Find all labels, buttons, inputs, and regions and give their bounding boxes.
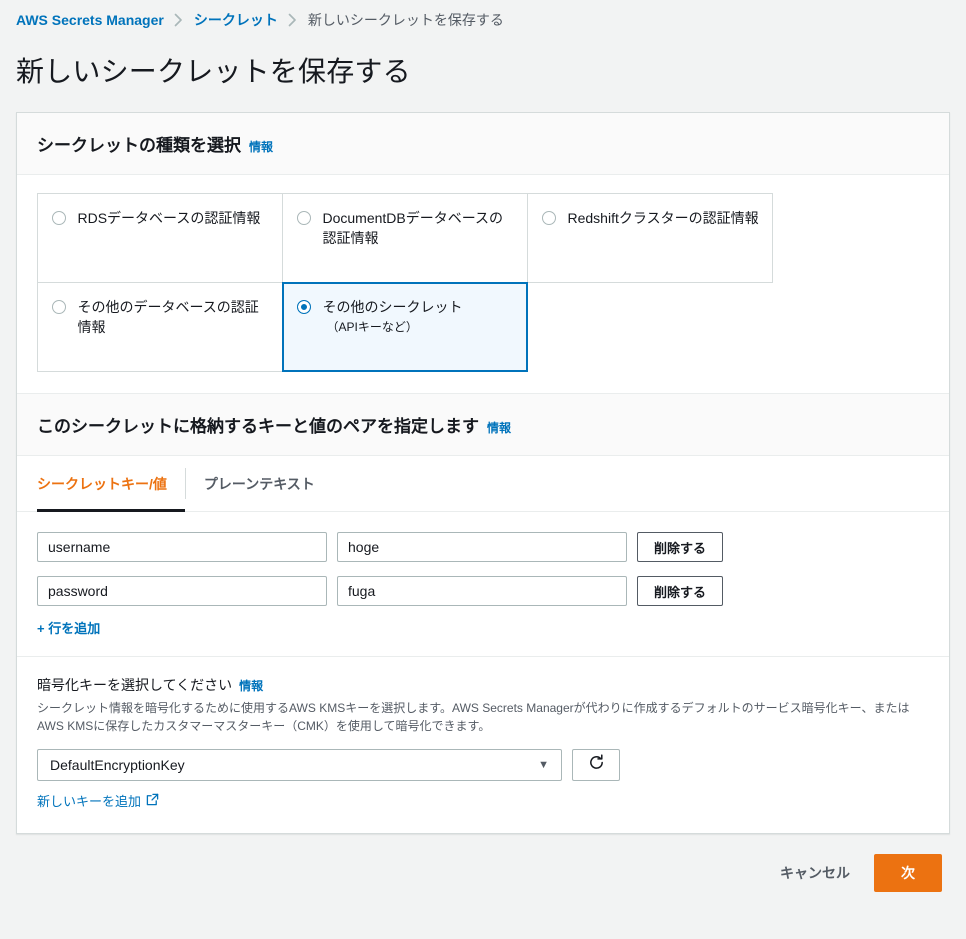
secret-form-card: シークレットの種類を選択 情報 RDSデータベースの認証情報 DocumentD… (16, 112, 950, 834)
tab-secret-key-value[interactable]: シークレットキー/値 (37, 456, 185, 512)
add-new-key-label: 新しいキーを追加 (37, 794, 142, 809)
secret-value-input[interactable] (337, 576, 627, 606)
info-link-kv-section[interactable]: 情報 (487, 419, 511, 436)
refresh-icon (588, 754, 605, 776)
breadcrumb-item-secrets[interactable]: シークレット (194, 10, 278, 30)
secret-type-option-other-secret[interactable]: その他のシークレット （APIキーなど） (281, 281, 528, 372)
encryption-key-description: シークレット情報を暗号化するために使用するAWS KMSキーを選択します。AWS… (37, 701, 910, 733)
cancel-button[interactable]: キャンセル (776, 857, 854, 889)
radio-icon-selected[interactable] (296, 299, 311, 314)
secret-type-option-label: RDSデータベースの認証情報 (77, 209, 261, 226)
delete-row-button[interactable]: 削除する (637, 576, 724, 606)
breadcrumb-item-aws-secrets-manager[interactable]: AWS Secrets Manager (16, 12, 164, 28)
add-new-key-link[interactable]: 新しいキーを追加 (37, 791, 159, 810)
kv-tabs: シークレットキー/値 プレーンテキスト (17, 456, 949, 512)
secret-type-option-label: その他のシークレット （APIキーなど） (323, 297, 463, 337)
kv-section-header: このシークレットに格納するキーと値のペアを指定します 情報 (17, 393, 949, 456)
tab-label: シークレットキー/値 (37, 475, 167, 492)
radio-icon[interactable] (541, 210, 556, 225)
chevron-right-icon (164, 13, 194, 27)
encryption-key-controls: DefaultEncryptionKey ▼ (37, 749, 929, 781)
encryption-key-label: 暗号化キーを選択してください (37, 677, 233, 693)
info-link-secret-type[interactable]: 情報 (249, 138, 273, 155)
external-link-icon (146, 793, 159, 809)
key-value-row: 削除する (37, 532, 929, 562)
encryption-key-select[interactable]: DefaultEncryptionKey ▼ (37, 749, 562, 781)
delete-row-button[interactable]: 削除する (637, 532, 724, 562)
next-button[interactable]: 次 (874, 854, 942, 892)
add-row-link[interactable]: + 行を追加 (37, 618, 100, 637)
secret-type-option-label: Redshiftクラスターの認証情報 (567, 209, 759, 226)
tab-label: プレーンテキスト (203, 475, 315, 492)
secret-type-option-sublabel: （APIキーなど） (326, 319, 418, 334)
secret-type-option-label: その他のデータベースの認証情報 (77, 298, 259, 335)
secret-type-option-rds[interactable]: RDSデータベースの認証情報 (36, 192, 283, 283)
secret-type-option-other-database[interactable]: その他のデータベースの認証情報 (36, 281, 283, 372)
secret-type-options: RDSデータベースの認証情報 DocumentDBデータベースの認証情報 Red… (17, 175, 949, 393)
encryption-key-section: 暗号化キーを選択してください 情報 シークレット情報を暗号化するために使用するA… (17, 657, 949, 833)
secret-type-option-redshift[interactable]: Redshiftクラスターの認証情報 (526, 192, 773, 283)
info-link-encryption[interactable]: 情報 (239, 677, 263, 694)
form-footer: キャンセル 次 (0, 834, 966, 912)
breadcrumb-item-current: 新しいシークレットを保存する (307, 12, 504, 28)
tab-plaintext[interactable]: プレーンテキスト (186, 456, 333, 511)
secret-value-input[interactable] (337, 532, 627, 562)
chevron-down-icon: ▼ (538, 759, 549, 771)
refresh-keys-button[interactable] (572, 749, 620, 781)
radio-icon[interactable] (296, 210, 311, 225)
key-value-row: 削除する (37, 576, 929, 606)
key-value-rows: 削除する 削除する + 行を追加 (17, 512, 949, 657)
secret-key-input[interactable] (37, 576, 327, 606)
secret-type-option-documentdb[interactable]: DocumentDBデータベースの認証情報 (281, 192, 528, 283)
secret-type-title: シークレットの種類を選択 (37, 136, 241, 155)
secret-type-section-header: シークレットの種類を選択 情報 (17, 113, 949, 175)
radio-icon[interactable] (51, 210, 66, 225)
breadcrumb: AWS Secrets Manager シークレット 新しいシークレットを保存す… (0, 0, 966, 38)
page-title: 新しいシークレットを保存する (16, 56, 411, 87)
encryption-key-selected-value: DefaultEncryptionKey (50, 757, 185, 773)
encryption-key-header: 暗号化キーを選択してください 情報 (37, 675, 929, 695)
secret-key-input[interactable] (37, 532, 327, 562)
chevron-right-icon (278, 13, 308, 27)
radio-icon[interactable] (51, 299, 66, 314)
secret-type-option-label-text: その他のシークレット (322, 298, 463, 315)
kv-section-title: このシークレットに格納するキーと値のペアを指定します (37, 417, 479, 436)
secret-type-option-label: DocumentDBデータベースの認証情報 (322, 209, 504, 246)
